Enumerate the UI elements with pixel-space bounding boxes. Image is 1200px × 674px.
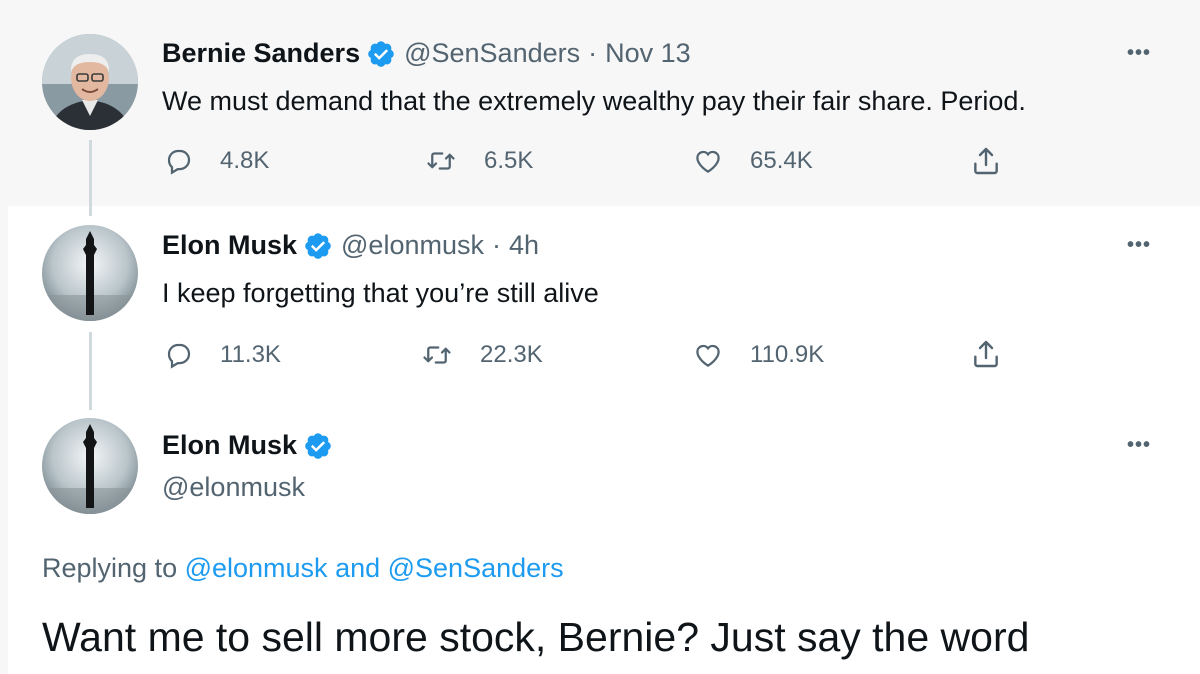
replying-and: and bbox=[327, 553, 388, 583]
reply-button[interactable]: 4.8K bbox=[164, 146, 269, 176]
main-tweet-text: Want me to sell more stock, Bernie? Just… bbox=[42, 614, 1030, 660]
display-name[interactable]: Elon Musk bbox=[162, 230, 297, 261]
retweet-icon bbox=[423, 346, 451, 364]
retweet-button[interactable]: 6.5K bbox=[424, 146, 533, 176]
reply-icon bbox=[167, 149, 191, 175]
like-count: 110.9K bbox=[750, 341, 825, 368]
display-name[interactable]: Bernie Sanders bbox=[162, 38, 360, 69]
like-button[interactable]: 65.4K bbox=[692, 146, 813, 176]
handle[interactable]: @elonmusk bbox=[341, 230, 484, 261]
display-name[interactable]: Elon Musk bbox=[162, 430, 297, 461]
more-icon[interactable]: ••• bbox=[1127, 42, 1151, 65]
share-icon bbox=[974, 340, 998, 368]
tweet-text: I keep forgetting that you’re still aliv… bbox=[162, 278, 599, 308]
retweet-icon bbox=[427, 152, 455, 170]
mention-link[interactable]: @elonmusk bbox=[185, 553, 328, 583]
timestamp[interactable]: Nov 13 bbox=[605, 38, 691, 69]
avatar-elon-musk[interactable] bbox=[42, 418, 138, 514]
mention-link[interactable]: @SenSanders bbox=[388, 553, 564, 583]
tweet-header: Bernie Sanders @SenSanders · Nov 13 bbox=[162, 38, 691, 69]
share-button[interactable] bbox=[970, 337, 1028, 371]
more-icon[interactable]: ••• bbox=[1127, 434, 1151, 457]
avatar-bernie-sanders[interactable] bbox=[42, 34, 138, 130]
verified-badge-icon bbox=[303, 231, 333, 261]
like-icon bbox=[696, 344, 720, 367]
handle[interactable]: @elonmusk bbox=[162, 472, 305, 503]
replying-prefix: Replying to bbox=[42, 553, 185, 583]
reply-icon bbox=[167, 343, 191, 369]
share-icon bbox=[974, 147, 998, 175]
retweet-count: 6.5K bbox=[484, 147, 534, 174]
like-count: 65.4K bbox=[750, 147, 813, 174]
avatar-elon-musk[interactable] bbox=[42, 225, 138, 321]
reply-button[interactable]: 11.3K bbox=[164, 340, 281, 370]
left-edge bbox=[0, 206, 8, 674]
reply-count: 11.3K bbox=[220, 341, 281, 368]
tweet-header: Elon Musk @elonmusk · 4h bbox=[162, 230, 539, 261]
like-icon bbox=[696, 150, 720, 173]
separator-dot: · bbox=[491, 230, 501, 260]
retweet-button[interactable]: 22.3K bbox=[420, 340, 543, 370]
share-button[interactable] bbox=[970, 144, 1028, 178]
verified-badge-icon bbox=[366, 39, 396, 69]
more-icon[interactable]: ••• bbox=[1127, 234, 1151, 257]
retweet-count: 22.3K bbox=[480, 341, 543, 368]
tweet-text: We must demand that the extremely wealth… bbox=[162, 86, 1026, 116]
timestamp[interactable]: 4h bbox=[509, 230, 539, 261]
replying-to: Replying to @elonmusk and @SenSanders bbox=[42, 553, 564, 584]
like-button[interactable]: 110.9K bbox=[692, 340, 824, 370]
handle[interactable]: @SenSanders bbox=[404, 38, 580, 69]
thread-line bbox=[89, 140, 92, 216]
main-tweet-header: Elon Musk bbox=[162, 430, 341, 461]
separator-dot: · bbox=[588, 38, 598, 68]
verified-badge-icon bbox=[303, 431, 333, 461]
reply-count: 4.8K bbox=[220, 147, 270, 174]
thread-line bbox=[89, 332, 92, 410]
